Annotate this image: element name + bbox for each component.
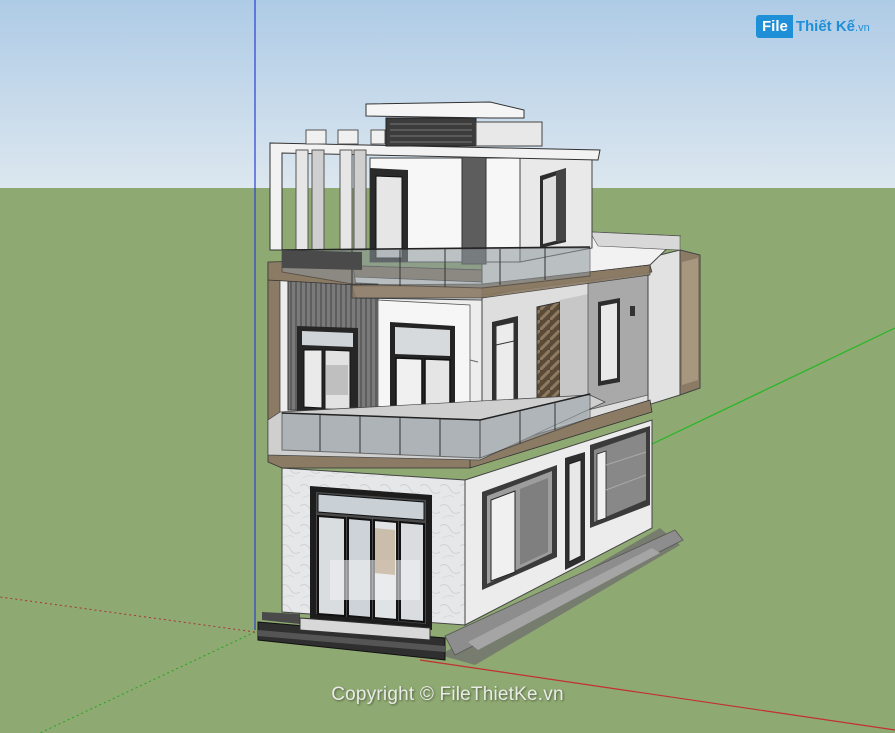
copyright-watermark: Copyright © FileThietKe.vn <box>331 684 564 705</box>
side-annex <box>647 249 681 406</box>
logo-file-mark: File <box>756 14 793 38</box>
logo-name: Thiết Kế.vn <box>793 18 870 35</box>
filethietke-logo: File Thiết Kế.vn <box>756 12 870 40</box>
pergola-pillar-3 <box>339 149 353 251</box>
pergola-pillar-2 <box>311 149 325 251</box>
floor1-railing-glass <box>281 412 481 459</box>
roof-column-dark <box>461 151 487 265</box>
roof-dark-block <box>282 250 362 270</box>
logo-tld: .vn <box>855 21 870 34</box>
roof-top-cap <box>365 101 525 119</box>
pergola-pillar-1 <box>295 149 309 251</box>
3d-model-scene[interactable] <box>0 0 895 733</box>
logo-name-text: Thiết Kế <box>795 17 856 35</box>
sketchup-viewport[interactable]: File Thiết Kế.vn Copyright © FileThietKe… <box>0 0 895 733</box>
pergola-pillar-4 <box>353 149 367 251</box>
